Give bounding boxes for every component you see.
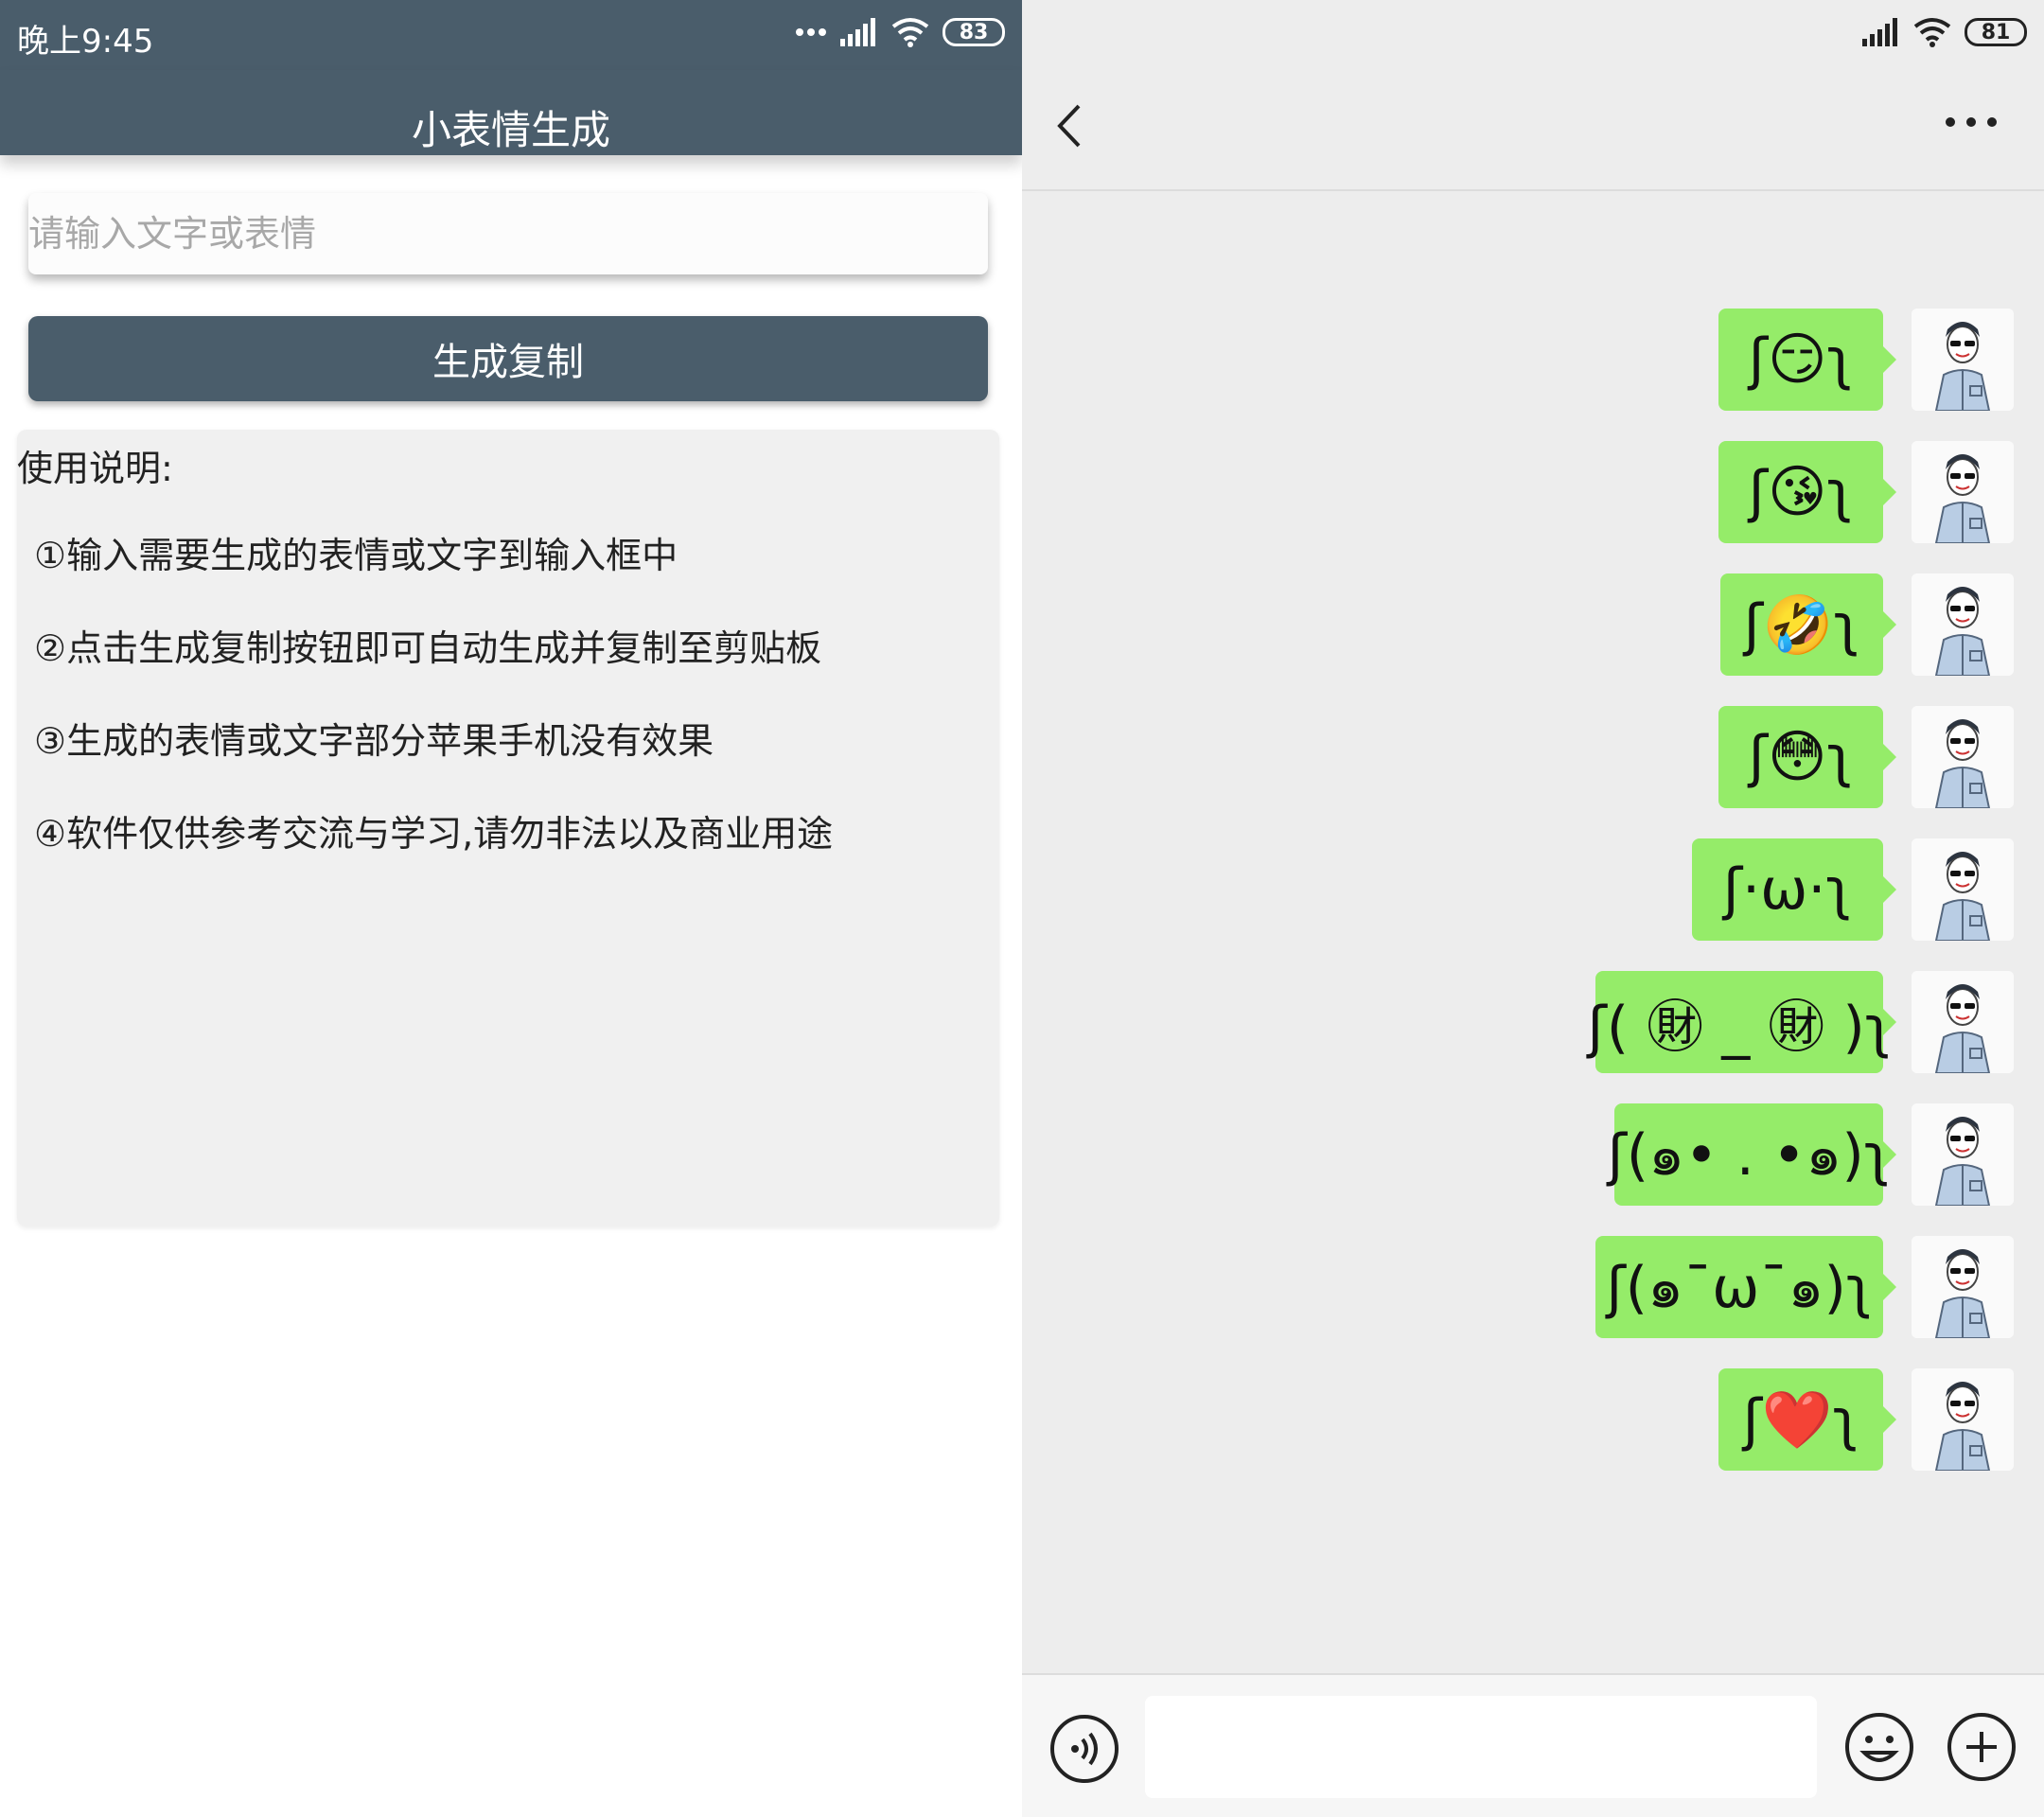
message-row: ʃ❤️ʅ <box>1022 1368 2044 1471</box>
app-bar: 小表情生成 <box>0 70 1022 155</box>
avatar[interactable] <box>1912 971 2014 1073</box>
instruction-step: ②点击生成复制按钮即可自动生成并复制至剪贴板 <box>34 627 822 669</box>
message-row: ʃ( ㊖ _ ㊖ )ʅ <box>1022 971 2044 1073</box>
message-bubble[interactable]: ʃ😳ʅ <box>1718 706 1896 808</box>
message-row: ʃ·ω·ʅ <box>1022 838 2044 941</box>
avatar[interactable] <box>1912 1368 2014 1471</box>
back-arrow-icon[interactable] <box>1054 102 1083 150</box>
instructions-card: 使用说明: ①输入需要生成的表情或文字到输入框中 ②点击生成复制按钮即可自动生成… <box>17 430 999 1226</box>
message-row: ʃ😳ʅ <box>1022 706 2044 808</box>
instructions-title: 使用说明: <box>17 448 173 489</box>
avatar[interactable] <box>1912 1103 2014 1206</box>
wifi-icon <box>891 18 929 47</box>
battery-level: 81 <box>1981 20 2011 44</box>
message-bubble[interactable]: ʃ(๑• . •๑)ʅ <box>1608 1103 1896 1206</box>
message-bubble[interactable]: ʃ❤️ʅ <box>1718 1368 1896 1471</box>
avatar[interactable] <box>1912 441 2014 543</box>
message-input[interactable] <box>1145 1696 1817 1798</box>
message-row: ʃ😏ʅ <box>1022 309 2044 411</box>
avatar[interactable] <box>1912 706 2014 808</box>
plus-icon[interactable] <box>1946 1711 2018 1783</box>
instruction-step: ①输入需要生成的表情或文字到输入框中 <box>34 535 678 576</box>
chat-panel: 81 ʃ😏ʅ ʃ😘ʅ ʃ🤣ʅ ʃ😳ʅ ʃ·ω·ʅ ʃ(㊖ _ ㊖)ʅ ʃ(๑… <box>1022 0 2044 1817</box>
more-options-icon[interactable] <box>1946 117 1997 127</box>
emoji-icon[interactable] <box>1843 1711 1915 1783</box>
instruction-step: ④软件仅供参考交流与学习,请勿非法以及商业用途 <box>34 813 834 855</box>
generator-app-panel: 晚上9:45 83 小表情生成 生成复制 使用说明: <box>0 0 1022 1817</box>
status-bar: 晚上9:45 83 <box>0 0 1022 70</box>
avatar[interactable] <box>1912 1236 2014 1338</box>
chat-header: 81 <box>1022 0 2044 191</box>
text-input[interactable] <box>28 193 988 274</box>
status-icons: 81 <box>1862 17 2027 47</box>
signal-icon <box>1862 18 1897 46</box>
message-bubble[interactable]: ʃ😘ʅ <box>1718 441 1896 543</box>
message-bubble[interactable]: ʃ(๑ˉωˉ๑)ʅ <box>1595 1236 1896 1338</box>
status-time: 晚上9:45 <box>17 23 154 61</box>
avatar[interactable] <box>1912 309 2014 411</box>
more-dots-icon <box>796 28 826 36</box>
instruction-step: ③生成的表情或文字部分苹果手机没有效果 <box>34 720 714 762</box>
page-title: 小表情生成 <box>411 107 610 153</box>
voice-input-icon[interactable] <box>1048 1713 1120 1785</box>
chat-input-bar <box>1022 1673 2044 1817</box>
message-bubble[interactable]: ʃ( ㊖ _ ㊖ )ʅ <box>1588 971 1896 1073</box>
battery-indicator: 81 <box>1965 18 2027 46</box>
generate-copy-button[interactable]: 生成复制 <box>28 316 988 401</box>
status-icons: 83 <box>795 17 1005 47</box>
message-bubble[interactable]: ʃ·ω·ʅ <box>1692 838 1896 941</box>
message-row: ʃ(๑ˉωˉ๑)ʅ <box>1022 1236 2044 1338</box>
message-bubble[interactable]: ʃ😏ʅ <box>1718 309 1896 411</box>
wifi-icon <box>1913 18 1951 47</box>
avatar[interactable] <box>1912 573 2014 676</box>
message-bubble[interactable]: ʃ🤣ʅ <box>1720 573 1896 676</box>
avatar[interactable] <box>1912 838 2014 941</box>
signal-icon <box>840 18 875 46</box>
message-row: ʃ🤣ʅ <box>1022 573 2044 676</box>
message-row: ʃ😘ʅ <box>1022 441 2044 543</box>
message-row: ʃ(๑• . •๑)ʅ <box>1022 1103 2044 1206</box>
battery-level: 83 <box>959 20 989 44</box>
battery-indicator: 83 <box>943 18 1005 46</box>
